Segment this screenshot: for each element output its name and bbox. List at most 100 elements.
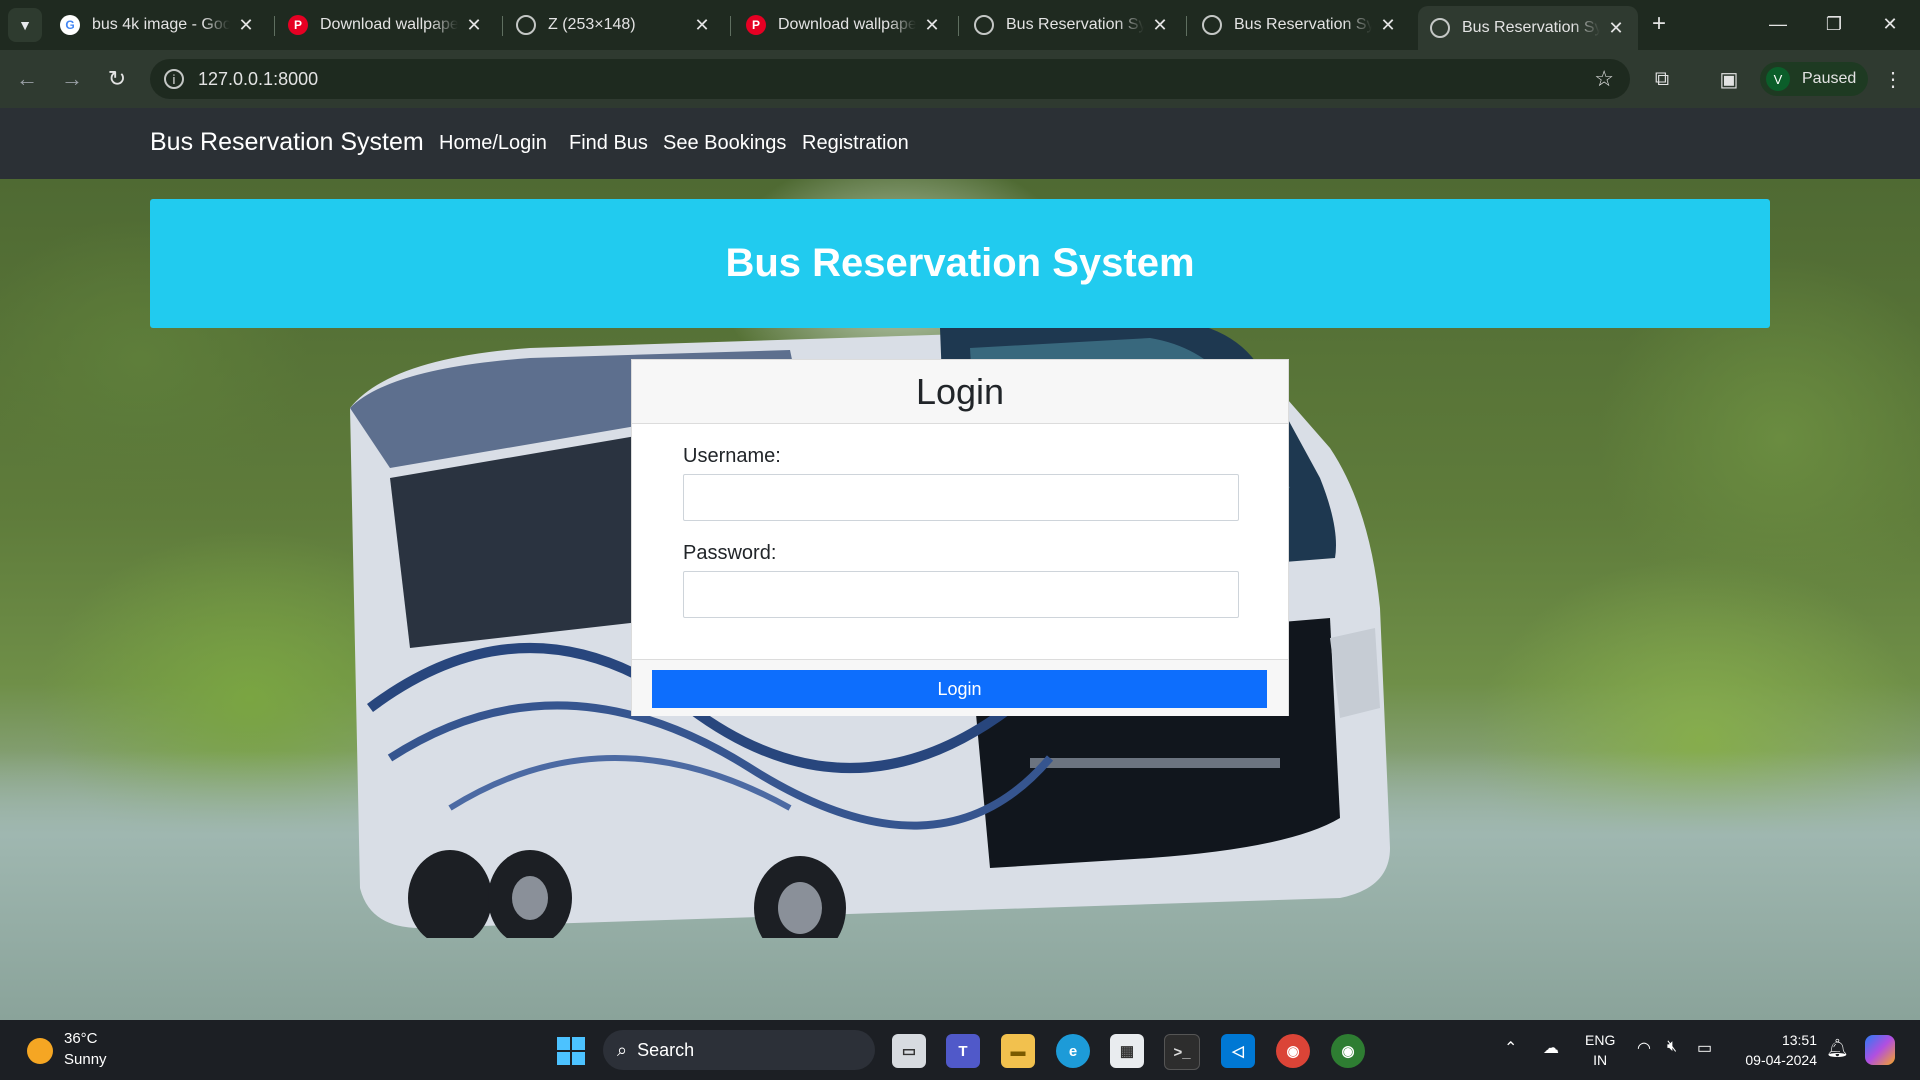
chrome-icon[interactable]: ◉ — [1276, 1034, 1310, 1068]
password-label: Password: — [683, 542, 777, 564]
browser-tab[interactable]: G bus 4k image - Google Search ✕ — [48, 6, 268, 44]
url-text: 127.0.0.1:8000 — [198, 68, 319, 89]
chrome-profile-icon[interactable]: ◉ — [1331, 1034, 1365, 1068]
speaker-muted-icon[interactable]: 🔇︎ — [1667, 1038, 1677, 1056]
restore-button[interactable]: ❐ — [1806, 6, 1862, 42]
tab-title: bus 4k image - Google Search — [92, 16, 230, 33]
forward-button[interactable]: → — [55, 62, 89, 96]
tab-title: Z (253×148) — [548, 16, 636, 33]
close-icon[interactable]: ✕ — [1150, 15, 1170, 36]
browser-menu-button[interactable]: ⋮ — [1876, 62, 1910, 96]
tab-divider — [502, 16, 503, 36]
terminal-icon[interactable]: >_ — [1164, 1034, 1200, 1070]
close-icon[interactable]: ✕ — [922, 15, 942, 36]
browser-tab[interactable]: P Download wallpapers ✕ — [734, 6, 954, 44]
tab-divider — [1186, 16, 1187, 36]
side-panel-icon: ▣ — [1719, 68, 1739, 91]
close-icon[interactable]: ✕ — [1606, 18, 1626, 39]
sun-icon[interactable] — [27, 1038, 53, 1064]
chevron-down-icon: ▼ — [18, 17, 32, 33]
browser-tab[interactable]: Bus Reservation System ✕ — [1190, 6, 1410, 44]
page-viewport: Bus Reservation System Home/Login Find B… — [0, 108, 1920, 1020]
notification-bell-icon[interactable]: 🔔︎ — [1826, 1038, 1849, 1059]
minimize-button[interactable]: — — [1750, 6, 1806, 42]
file-explorer-icon[interactable]: ▬ — [1001, 1034, 1035, 1068]
wifi-icon[interactable]: ◠ — [1637, 1038, 1651, 1058]
close-icon[interactable]: ✕ — [692, 15, 712, 36]
clock-date: 09-04-2024 — [1745, 1052, 1817, 1068]
clock-time: 13:51 — [1781, 1032, 1817, 1048]
navbar-brand[interactable]: Bus Reservation System — [150, 128, 424, 157]
browser-tab[interactable]: Bus Reservation System ✕ — [962, 6, 1182, 44]
weather-description[interactable]: Sunny — [64, 1051, 107, 1068]
reload-button[interactable]: ↻ — [100, 62, 134, 96]
edge-icon[interactable]: e — [1056, 1034, 1090, 1068]
browser-tab-active[interactable]: Bus Reservation System ✕ — [1418, 6, 1638, 50]
vscode-icon[interactable]: ◁ — [1221, 1034, 1255, 1068]
start-button[interactable] — [557, 1037, 585, 1065]
login-card-header: Login — [632, 360, 1288, 424]
language-code: ENG — [1585, 1032, 1616, 1048]
globe-icon — [1430, 18, 1450, 38]
copilot-icon[interactable] — [1865, 1035, 1895, 1065]
plus-icon: + — [1652, 10, 1667, 37]
username-input[interactable] — [683, 474, 1239, 521]
browser-tab[interactable]: Z (253×148) ✕ — [504, 6, 724, 44]
new-tab-button[interactable]: + — [1652, 10, 1666, 38]
onedrive-icon[interactable]: ☁ — [1543, 1038, 1559, 1058]
back-button[interactable]: ← — [10, 62, 44, 96]
restore-icon: ❐ — [1825, 13, 1843, 34]
tab-title: Bus Reservation System — [1462, 19, 1600, 36]
taskbar: 36°C Sunny ⌕ Search ▭ T ▬ e ▦ >_ ◁ ◉ ◉ ⌃… — [0, 1020, 1920, 1080]
language-indicator[interactable]: ENG IN — [1585, 1030, 1615, 1070]
microsoft-store-icon[interactable]: ▦ — [1110, 1034, 1144, 1068]
taskbar-search[interactable]: ⌕ Search — [603, 1030, 875, 1070]
profile-button[interactable]: V Paused — [1760, 62, 1868, 96]
login-button[interactable]: Login — [652, 670, 1267, 708]
puzzle-icon: ⧉ — [1654, 67, 1670, 90]
teams-icon[interactable]: T — [946, 1034, 980, 1068]
language-region: IN — [1593, 1052, 1608, 1068]
weather-temperature[interactable]: 36°C — [64, 1030, 98, 1047]
extensions-button[interactable]: ⧉ — [1645, 62, 1679, 96]
close-icon: ✕ — [1882, 13, 1898, 34]
tab-divider — [958, 16, 959, 36]
google-icon: G — [60, 15, 80, 35]
globe-icon — [1202, 15, 1222, 35]
task-view-icon[interactable]: ▭ — [892, 1034, 926, 1068]
browser-tab-strip: ▼ G bus 4k image - Google Search ✕ P Dow… — [0, 0, 1920, 50]
tab-title: Bus Reservation System — [1006, 16, 1144, 33]
tab-title: Download wallpapers — [320, 16, 458, 33]
close-window-button[interactable]: ✕ — [1862, 6, 1918, 42]
site-info-icon[interactable]: i — [164, 69, 184, 89]
search-icon: ⌕ — [617, 1039, 628, 1060]
bookmark-star-icon[interactable]: ☆ — [1594, 66, 1614, 92]
browser-tab[interactable]: P Download wallpapers ✕ — [276, 6, 496, 44]
reload-icon: ↻ — [107, 66, 127, 91]
nav-link-find-bus[interactable]: Find Bus — [569, 132, 648, 155]
pinterest-icon: P — [746, 15, 766, 35]
close-icon[interactable]: ✕ — [1378, 15, 1398, 36]
tab-title: Bus Reservation System — [1234, 16, 1372, 33]
kebab-menu-icon: ⋮ — [1883, 68, 1903, 91]
hero-banner: Bus Reservation System — [150, 199, 1770, 328]
avatar: V — [1766, 67, 1790, 91]
taskbar-search-label: Search — [637, 1039, 695, 1060]
nav-link-home-login[interactable]: Home/Login — [439, 132, 547, 155]
nav-link-registration[interactable]: Registration — [802, 132, 909, 155]
close-icon[interactable]: ✕ — [236, 15, 256, 36]
chevron-up-icon[interactable]: ⌃ — [1504, 1038, 1517, 1058]
profile-status: Paused — [1802, 70, 1857, 87]
side-panel-button[interactable]: ▣ — [1712, 62, 1746, 96]
password-input[interactable] — [683, 571, 1239, 618]
arrow-right-icon: → — [61, 66, 83, 91]
tab-search-button[interactable]: ▼ — [8, 8, 42, 42]
close-icon[interactable]: ✕ — [464, 15, 484, 36]
login-card-footer: Login — [632, 659, 1288, 716]
nav-link-see-bookings[interactable]: See Bookings — [663, 132, 786, 155]
system-clock[interactable]: 13:51 09-04-2024 — [1735, 1030, 1817, 1070]
globe-icon — [974, 15, 994, 35]
hero-title: Bus Reservation System — [725, 241, 1195, 285]
address-bar[interactable]: i 127.0.0.1:8000 ☆ — [150, 59, 1630, 99]
battery-icon[interactable]: ▭ — [1697, 1038, 1712, 1058]
